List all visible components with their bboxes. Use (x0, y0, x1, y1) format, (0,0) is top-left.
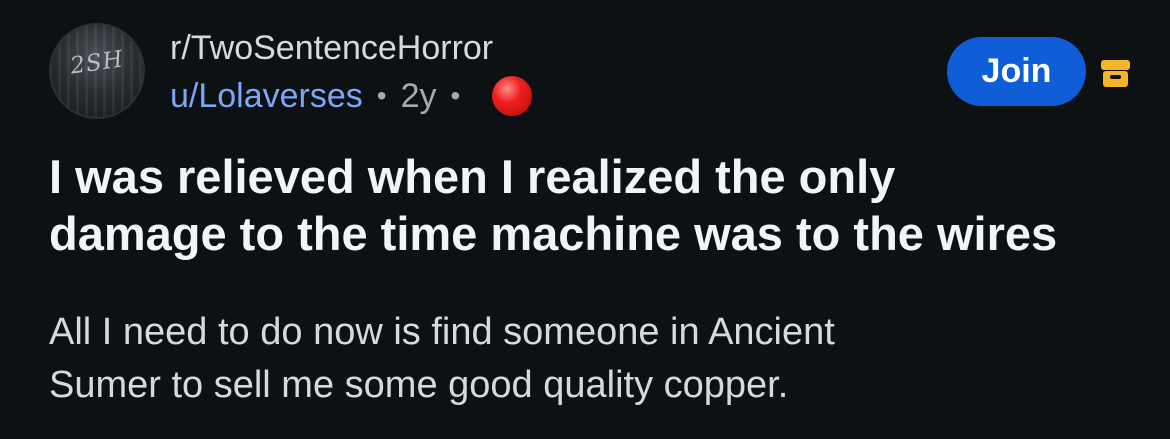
post-body-line: All I need to do now is find someone in … (49, 311, 835, 353)
post-title[interactable]: I was relieved when I realized the only … (49, 148, 1149, 262)
post-age: 2y (400, 77, 437, 115)
post-title-line: damage to the time machine was to the wi… (49, 207, 1058, 260)
red-circle-icon (492, 76, 533, 116)
post-meta: u/Lolaverses • 2y • (170, 74, 533, 118)
post-title-line: I was relieved when I realized the only (49, 150, 896, 203)
join-button[interactable]: Join (947, 37, 1086, 106)
meta-separator: • (450, 80, 461, 111)
archive-icon[interactable] (1099, 57, 1132, 90)
avatar-logo-text: 2SH (68, 46, 126, 80)
subreddit-name[interactable]: r/TwoSentenceHorror (170, 28, 493, 68)
post-body[interactable]: All I need to do now is find someone in … (49, 306, 1149, 412)
meta-separator: • (376, 80, 387, 111)
subreddit-avatar[interactable]: 2SH (49, 23, 145, 119)
post-body-line: Sumer to sell me some good quality coppe… (49, 364, 789, 406)
username-link[interactable]: u/Lolaverses (170, 76, 363, 116)
